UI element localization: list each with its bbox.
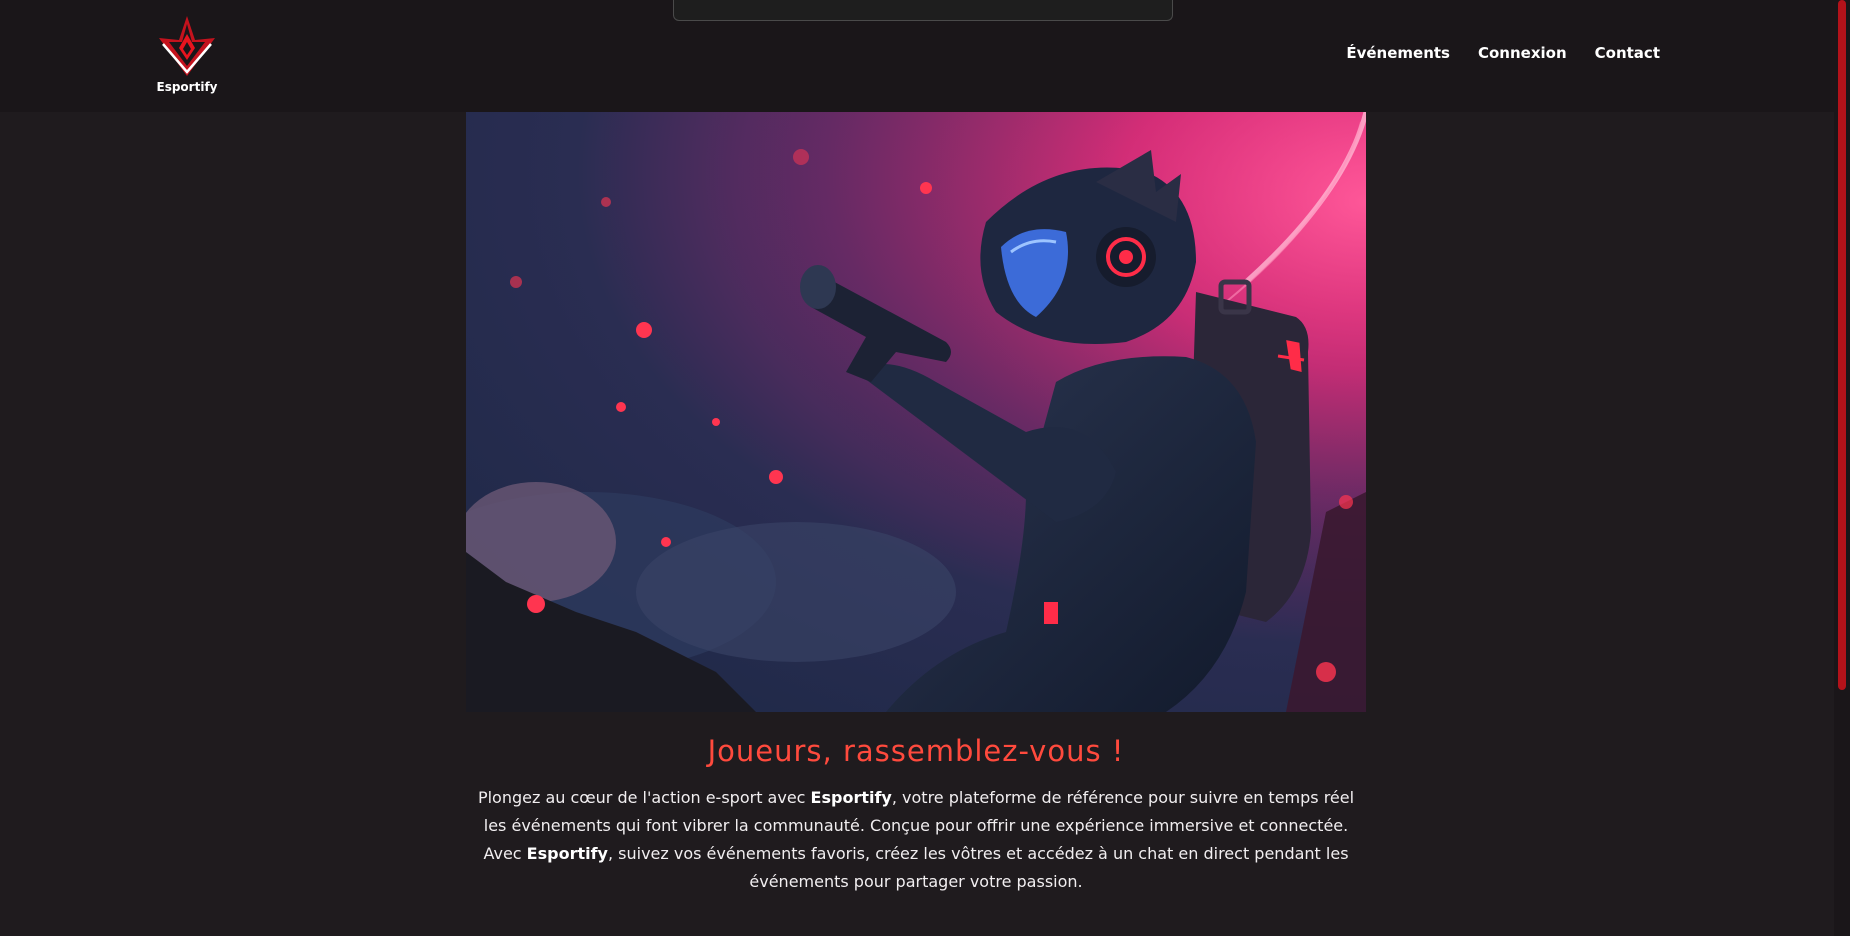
intro-text-1: Plongez au cœur de l'action e-sport avec [477, 788, 811, 807]
headline: Joueurs, rassemblez-vous ! [707, 734, 1125, 768]
esportify-logo-icon [159, 16, 215, 76]
nav-link-contact[interactable]: Contact [1595, 44, 1660, 62]
intro-text-3: , suivez vos événements favoris, créez l… [607, 844, 1349, 891]
brand-name-bold-2: Esportify [526, 844, 608, 863]
main-nav: Événements Connexion Contact [1346, 44, 1660, 62]
nav-link-evenements[interactable]: Événements [1346, 44, 1450, 62]
astronaut-gamer-illustration [466, 112, 1366, 712]
logo-link[interactable]: Esportify [150, 14, 224, 100]
nav-link-connexion[interactable]: Connexion [1478, 44, 1567, 62]
navbar: Esportify Événements Connexion Contact [0, 0, 1834, 112]
hero-image [466, 112, 1366, 712]
page: Esportify Événements Connexion Contact J… [0, 0, 1850, 936]
scrollbar-thumb[interactable] [1838, 0, 1846, 690]
logo-text: Esportify [156, 80, 218, 94]
intro-paragraph: Plongez au cœur de l'action e-sport avec… [466, 784, 1366, 896]
brand-name-bold-1: Esportify [810, 788, 892, 807]
scrollbar[interactable] [1834, 0, 1850, 936]
browser-overlay-bar [673, 0, 1173, 21]
